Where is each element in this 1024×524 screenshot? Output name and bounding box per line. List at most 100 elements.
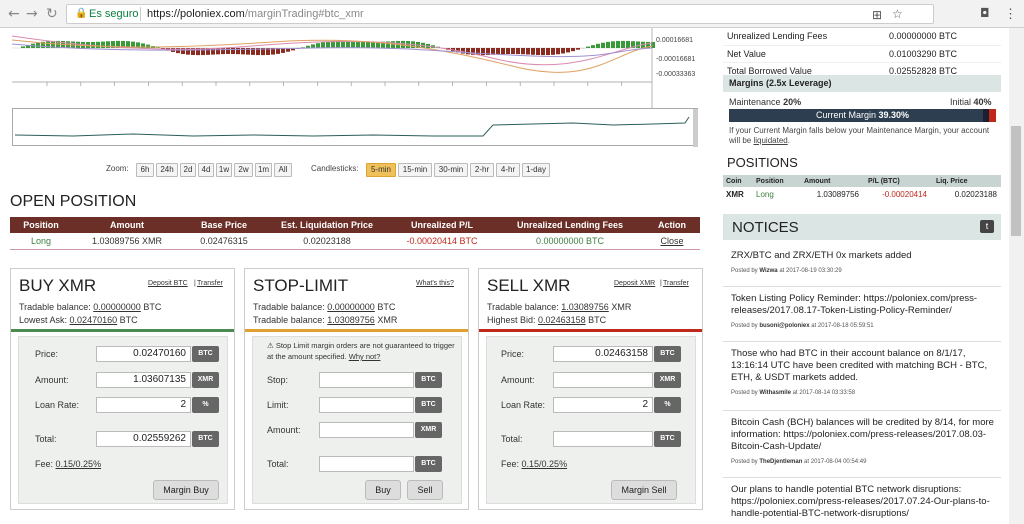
margin-sell-button[interactable]: Margin Sell [611,480,677,500]
stop-input[interactable] [319,372,414,388]
total-input[interactable]: 0.02559262 [96,431,191,447]
reload-icon[interactable]: ↻ [46,6,58,22]
bal-value[interactable]: 1.03089756 [327,315,375,325]
histogram-bar [551,48,555,55]
stop-limit-form: ⚠ Stop Limit margin orders are not guara… [252,336,462,504]
table-row: XMR Long 1.03089756 -0.00020414 0.020231… [723,187,1001,201]
maintenance-margin: Maintenance 20% [729,97,801,107]
total-input[interactable] [553,431,653,447]
notice-user: Wizwa [759,268,778,274]
candlestick-button[interactable]: 1-day [522,163,550,177]
stop-sell-button[interactable]: Sell [407,480,443,500]
histogram-bar [536,48,540,55]
zoom-button[interactable]: 2d [180,163,196,177]
zoom-button[interactable]: 6h [136,163,154,177]
histogram-bar [21,46,25,48]
histogram-bar [511,48,515,55]
loan-rate-input[interactable]: 2 [96,397,191,413]
ask-value[interactable]: 0.02470160 [70,315,118,325]
price-input[interactable]: 0.02463158 [553,346,653,362]
amount-input[interactable] [553,372,653,388]
candlestick-button[interactable]: 15-min [398,163,432,177]
bal-label: Tradable balance: [253,302,325,312]
zoom-button[interactable]: 1w [216,163,232,177]
total-unit: BTC [415,456,442,472]
fee-link[interactable]: 0.15/0.25% [56,459,102,469]
bal-label: Tradable balance: [19,302,91,312]
bid-value[interactable]: 0.02463158 [538,315,586,325]
amount-label: Amount: [501,375,535,385]
stop-buy-button[interactable]: Buy [365,480,401,500]
menu-icon[interactable]: ⋮ [1004,6,1017,22]
notice-date: 2017-08-14 03:33:58 [799,390,856,396]
fees-cell: 0.00000000 BTC [496,233,644,250]
histogram-bar [101,41,105,48]
amount-input[interactable] [319,422,414,438]
notice-meta: Posted by Withasmile at 2017-08-14 03:33… [731,387,996,399]
star-icon[interactable]: ☆ [892,7,903,21]
histogram-bar [636,41,640,48]
col-header: Unrealized Lending Fees [496,217,644,233]
range-navigator[interactable] [12,108,698,147]
url-host: https://poloniex.com [147,8,245,20]
bal-value[interactable]: 0.00000000 [327,302,375,312]
transfer-link[interactable]: Transfer [197,280,223,287]
histogram-bar [586,46,590,48]
scrollbar-thumb[interactable] [1011,126,1021,236]
histogram-bar [611,41,615,48]
loan-rate-input[interactable]: 2 [553,397,653,413]
base-price-cell: 0.02476315 [182,233,266,250]
transfer-link[interactable]: Transfer [663,280,689,287]
amount-input[interactable]: 1.03607135 [96,372,191,388]
zoom-button[interactable]: All [274,163,292,177]
histogram-bar [596,43,600,48]
candlestick-button[interactable]: 5-min [366,163,396,177]
zoom-button[interactable]: 1m [255,163,272,177]
panel-accent-line [245,329,468,332]
margin-bar: Current Margin 39.30% [729,109,996,122]
back-icon[interactable]: ← [8,6,20,22]
liquidated-link[interactable]: liquidated [753,136,787,145]
margin-note: If your Current Margin falls below your … [729,126,990,145]
link-separator: | [194,280,196,287]
zoom-button[interactable]: 24h [156,163,178,177]
page-scrollbar[interactable] [1009,28,1024,524]
close-position-link[interactable]: Close [644,233,700,250]
bal-value[interactable]: 1.03089756 [561,302,609,312]
histogram-bar [606,41,610,48]
candlestick-button[interactable]: 2-hr [470,163,494,177]
histogram-bar [351,41,355,48]
deposit-btc-link[interactable]: Deposit BTC [148,280,188,287]
extension-icon[interactable]: ◘ [980,6,990,20]
address-bar[interactable]: 🔒 Es seguro https://poloniex.com/marginT… [66,4,934,24]
col-header: Position [10,217,72,233]
candlestick-button[interactable]: 30-min [434,163,468,177]
bal-value[interactable]: 0.00000000 [93,302,141,312]
zoom-button[interactable]: 2w [234,163,253,177]
price-input[interactable]: 0.02470160 [96,346,191,362]
why-not-link[interactable]: Why not? [349,352,381,361]
notice-meta: Posted by TheDjentleman at 2017-08-04 00… [731,456,996,468]
summary-label: Net Value [723,45,889,63]
axis-label: -0.00033363 [656,71,696,78]
sell-panel: SELL XMR Deposit XMR | Transfer Tradable… [478,268,703,510]
fee-link[interactable]: 0.15/0.25% [522,459,568,469]
margin-buy-button[interactable]: Margin Buy [153,480,219,500]
candlestick-button[interactable]: 4-hr [496,163,520,177]
whats-this-link[interactable]: What's this? [416,280,454,287]
price-unit: BTC [654,346,681,362]
ask-unit: BTC [119,315,138,325]
zoom-button[interactable]: 4d [198,163,214,177]
twitter-icon[interactable]: t [980,220,994,233]
notice-item: Our plans to handle potential BTC networ… [731,484,996,520]
histogram-bar [541,48,545,56]
total-input[interactable] [319,456,414,472]
forward-icon[interactable]: → [26,6,38,22]
sell-title: SELL XMR [487,276,571,295]
histogram-bar [546,48,550,56]
histogram-bar [226,48,230,55]
limit-input[interactable] [319,397,414,413]
translate-icon[interactable]: ⊞ [872,8,882,22]
current-margin-label: Current Margin [815,110,876,120]
deposit-xmr-link[interactable]: Deposit XMR [614,280,655,287]
